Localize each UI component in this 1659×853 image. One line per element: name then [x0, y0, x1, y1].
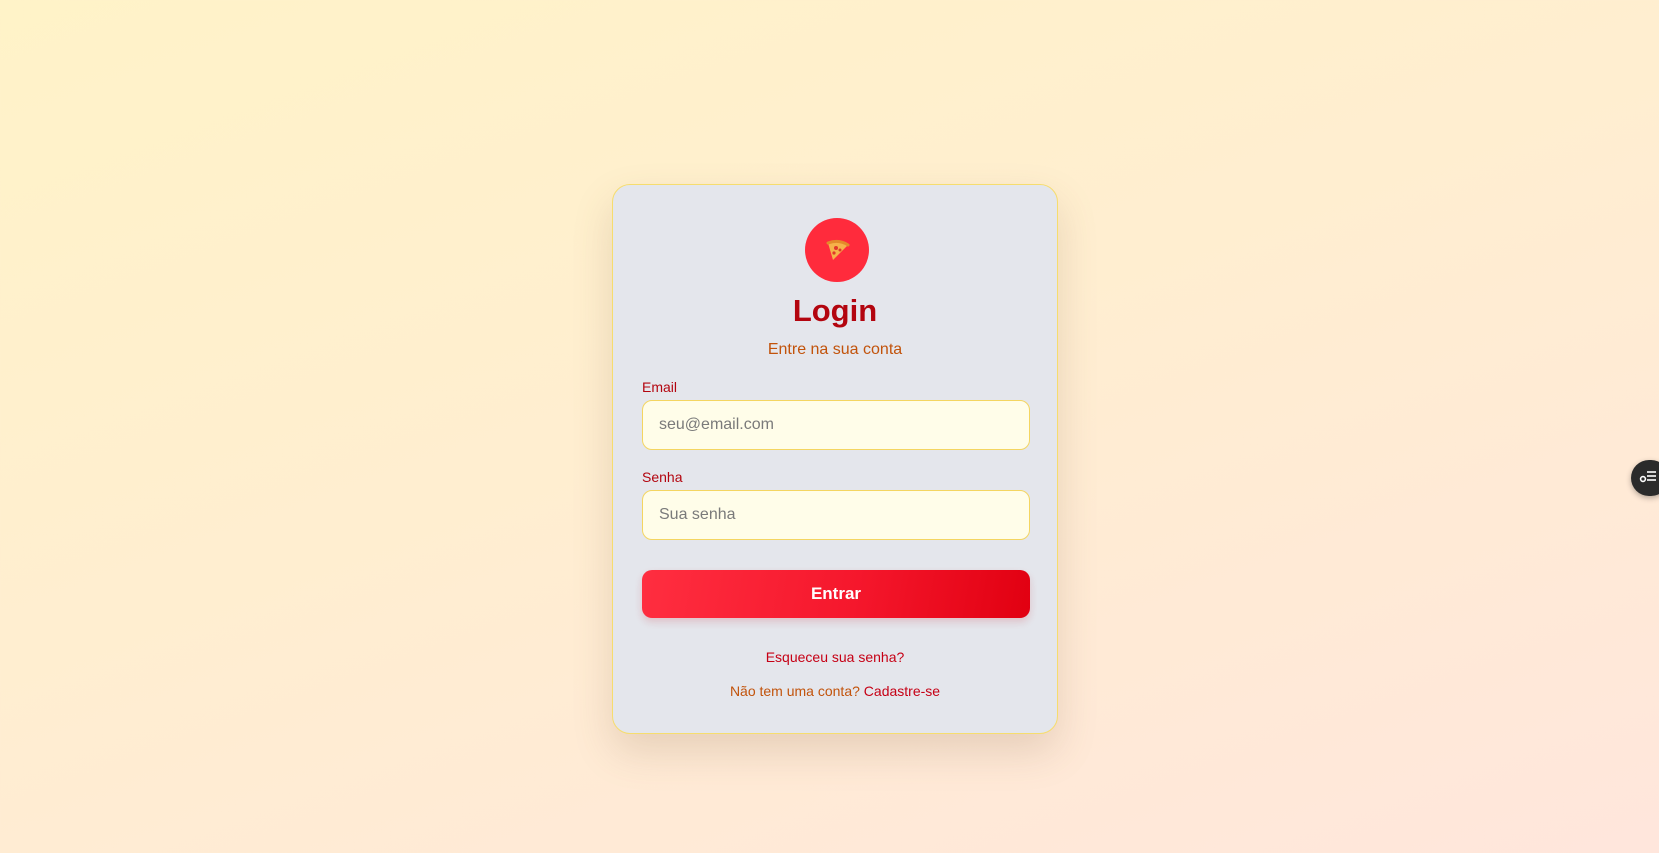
settings-list-icon	[1639, 468, 1657, 489]
side-widget-button[interactable]	[1631, 460, 1659, 496]
email-label: Email	[642, 379, 678, 395]
login-card: Login Entre na sua conta Email Senha Ent…	[612, 184, 1058, 734]
email-field[interactable]	[642, 400, 1030, 450]
signup-prompt: Não tem uma conta?	[729, 683, 860, 699]
password-label: Senha	[642, 469, 683, 485]
forgot-password-link[interactable]: Esqueceu sua senha?	[766, 649, 905, 665]
page-title: Login	[792, 293, 878, 328]
password-field[interactable]	[642, 490, 1030, 540]
forgot-password-row: Esqueceu sua senha?	[613, 649, 1057, 665]
login-button[interactable]: Entrar	[642, 570, 1030, 618]
pizza-slice-icon	[805, 218, 869, 282]
page-subtitle: Entre na sua conta	[767, 341, 903, 358]
signup-row: Não tem uma conta? Cadastre-se	[613, 683, 1057, 699]
signup-link[interactable]: Cadastre-se	[864, 683, 940, 699]
